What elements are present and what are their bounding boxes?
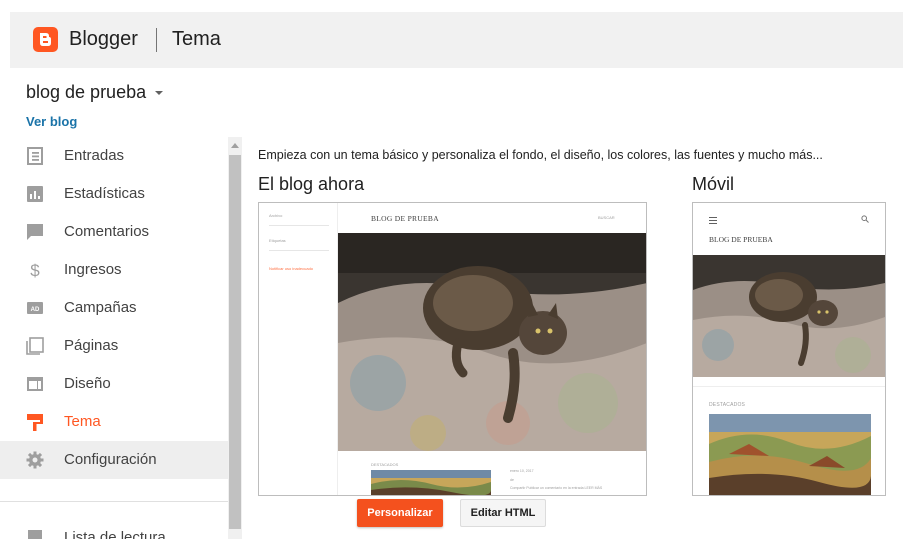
app-header: Blogger Tema <box>10 12 903 68</box>
cat-photo-mobile <box>693 255 885 377</box>
featured-painting-mobile <box>709 414 871 495</box>
sidebar-item-comments[interactable]: Comentarios <box>0 213 228 251</box>
customize-button[interactable]: Personalizar <box>357 499 443 527</box>
sidebar-item-label: Lista de lectura <box>64 529 166 539</box>
blogger-logo-icon[interactable] <box>33 27 58 52</box>
hamburger-menu-icon <box>709 217 717 226</box>
sidebar-item-label: Ingresos <box>64 261 122 278</box>
sidebar-item-campaigns[interactable]: AD Campañas <box>0 289 228 327</box>
sidebar-item-label: Campañas <box>64 299 137 316</box>
theme-icon <box>27 414 43 431</box>
sidebar-item-reading-list[interactable]: Lista de lectura <box>0 519 228 539</box>
preview-labels-label: Etiquetas <box>269 238 286 243</box>
blog-name: blog de prueba <box>26 82 147 102</box>
campaigns-icon: AD <box>27 302 43 314</box>
preview-divider <box>269 225 329 226</box>
edit-html-button[interactable]: Editar HTML <box>460 499 546 527</box>
mobile-preview-divider <box>693 386 885 387</box>
preview-report-link: Notificar uso inadecuado <box>269 266 314 271</box>
preview-post-date: enero 10, 2017 <box>510 469 534 473</box>
sidebar-item-earnings[interactable]: $ Ingresos <box>0 251 228 289</box>
brand-name[interactable]: Blogger <box>69 28 138 51</box>
page-title: Tema <box>172 28 221 50</box>
sidebar-item-theme[interactable]: Tema <box>0 403 228 441</box>
posts-icon <box>27 147 43 165</box>
preview-search: BUSCAR <box>598 215 615 220</box>
earnings-icon: $ <box>30 261 40 279</box>
mobile-preview-blog-title: BLOG DE PRUEBA <box>709 235 773 244</box>
current-blog-heading: El blog ahora <box>258 174 365 194</box>
preview-post-author: de <box>510 478 514 482</box>
header-divider <box>156 28 157 52</box>
mobile-heading: Móvil <box>692 174 735 194</box>
preview-featured-label: DESTACADOS <box>371 462 399 467</box>
sidebar-item-label: Configuración <box>64 451 157 468</box>
preview-archive-label: Archivo <box>269 213 283 218</box>
sidebar-item-settings[interactable]: Configuración <box>0 441 228 479</box>
pages-icon <box>26 337 44 355</box>
reading-list-icon <box>28 530 42 539</box>
sidebar-item-label: Comentarios <box>64 223 150 240</box>
scrollbar-thumb[interactable] <box>229 155 241 529</box>
svg-text:AD: AD <box>31 307 40 313</box>
mobile-preview-featured-label: DESTACADOS <box>709 402 746 408</box>
gear-icon <box>26 451 44 469</box>
sidebar-item-label: Entradas <box>64 147 125 164</box>
sidebar-item-layout[interactable]: Diseño <box>0 365 228 403</box>
stats-icon <box>27 186 43 202</box>
layout-icon <box>27 377 43 391</box>
desktop-theme-preview[interactable]: Archivo Etiquetas Notificar uso inadecua… <box>258 202 647 496</box>
featured-painting-thumbnail <box>371 470 491 495</box>
theme-intro-text: Empieza con un tema básico y personaliza… <box>258 148 823 162</box>
sidebar-item-label: Tema <box>64 413 101 430</box>
search-icon <box>861 215 869 223</box>
sidebar-scrollbar[interactable] <box>228 137 242 539</box>
cat-photo <box>338 233 646 451</box>
sidebar-item-stats[interactable]: Estadísticas <box>0 175 228 213</box>
mobile-theme-preview[interactable]: BLOG DE PRUEBA DESTACADOS <box>692 202 886 496</box>
preview-sidebar: Archivo Etiquetas Notificar uso inadecua… <box>259 203 338 495</box>
preview-post-actions: Compartir Publicar un comentario en la e… <box>510 486 603 490</box>
sidebar-divider <box>0 501 228 502</box>
sidebar-item-label: Diseño <box>64 375 111 392</box>
sidebar-item-label: Páginas <box>64 337 119 354</box>
svg-text:$: $ <box>30 261 40 279</box>
sidebar: Entradas Estadísticas Comentarios $ Ingr… <box>0 137 228 539</box>
chevron-down-icon <box>155 90 164 95</box>
sidebar-item-posts[interactable]: Entradas <box>0 137 228 175</box>
comments-icon <box>27 224 43 240</box>
sidebar-item-pages[interactable]: Páginas <box>0 327 228 365</box>
preview-divider <box>269 250 329 251</box>
view-blog-link[interactable]: Ver blog <box>26 114 77 129</box>
preview-blog-title: BLOG DE PRUEBA <box>371 214 439 223</box>
scroll-up-arrow-icon[interactable] <box>231 143 239 148</box>
sidebar-item-label: Estadísticas <box>64 185 145 202</box>
blog-selector[interactable]: blog de prueba <box>26 82 164 103</box>
